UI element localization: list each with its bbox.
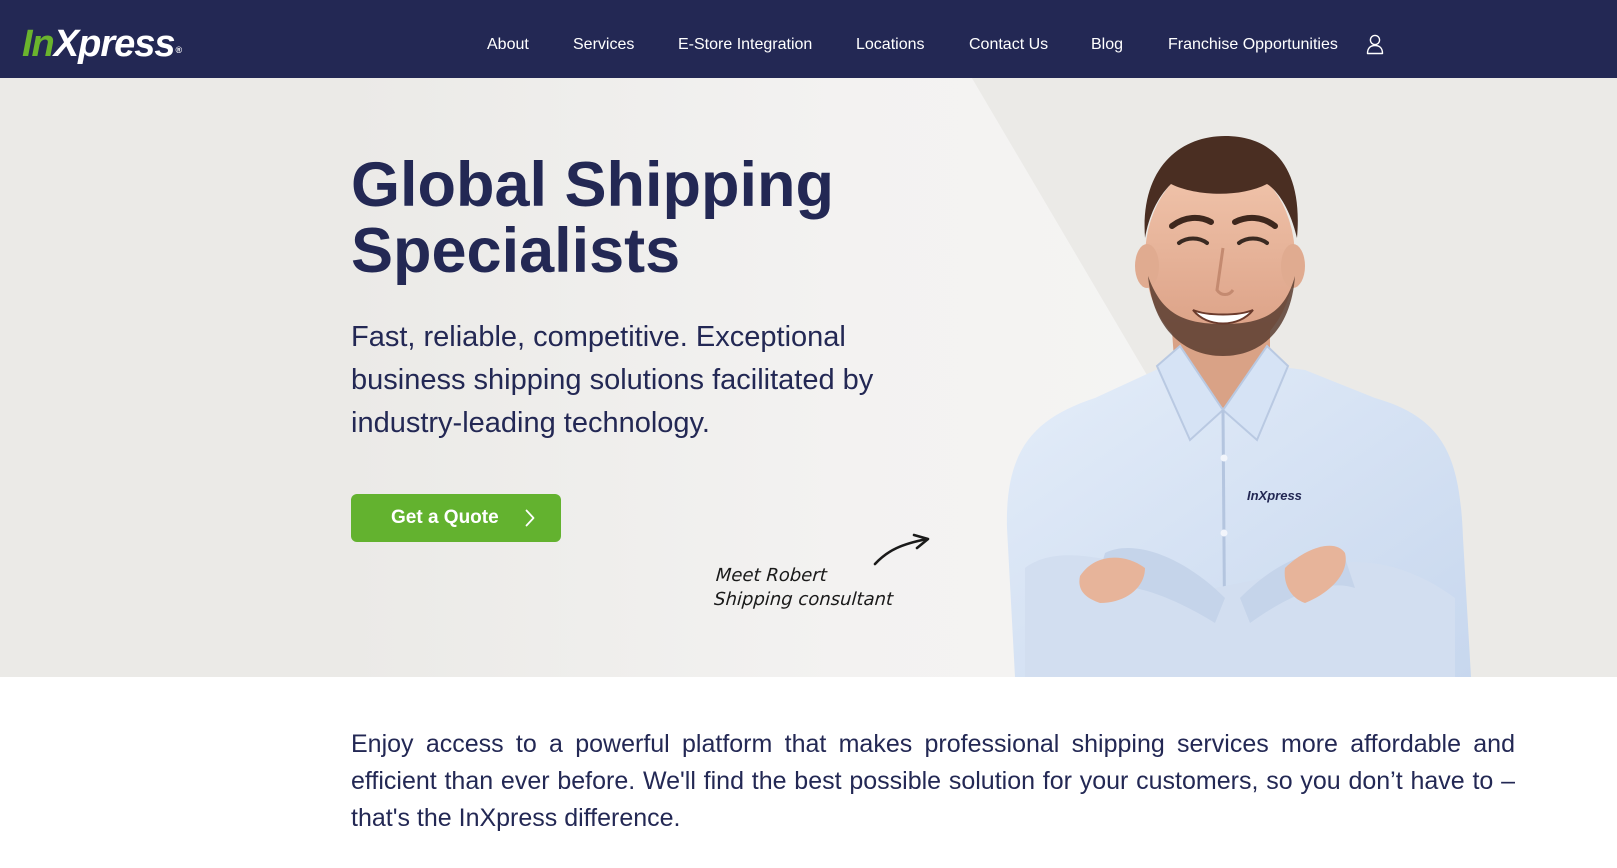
user-icon[interactable] bbox=[1366, 33, 1384, 55]
nav-item-e-store-integration[interactable]: E-Store Integration bbox=[678, 35, 812, 55]
nav-item-franchise-opportunities[interactable]: Franchise Opportunities bbox=[1168, 35, 1338, 55]
consultant-role: Shipping consultant bbox=[713, 589, 894, 610]
consultant-name: Meet Robert bbox=[715, 565, 828, 586]
nav-item-services[interactable]: Services bbox=[573, 35, 634, 55]
top-navigation-bar: InXpress® About Services E-Store Integra… bbox=[0, 0, 1617, 78]
handdrawn-arrow-icon bbox=[873, 533, 930, 566]
hero-section: Global Shipping Specialists Fast, reliab… bbox=[0, 78, 1617, 677]
hero-subtitle: Fast, reliable, competitive. Exceptional… bbox=[351, 321, 874, 439]
chevron-right-icon bbox=[525, 509, 535, 527]
nav-item-blog[interactable]: Blog bbox=[1091, 35, 1123, 55]
nav-item-contact-us[interactable]: Contact Us bbox=[969, 35, 1048, 55]
get-a-quote-button[interactable]: Get a Quote bbox=[351, 494, 561, 542]
logo-registered-mark: ® bbox=[175, 45, 183, 55]
get-a-quote-label: Get a Quote bbox=[391, 507, 499, 528]
nav-item-locations[interactable]: Locations bbox=[856, 35, 925, 55]
nav-item-about[interactable]: About bbox=[487, 35, 529, 55]
consultant-caption: Meet Robert Shipping consultant bbox=[713, 564, 895, 612]
hero-title: Global Shipping Specialists bbox=[351, 150, 834, 286]
consultant-photo: InXpress bbox=[1006, 136, 1471, 677]
inxpress-logo[interactable]: InXpress® bbox=[22, 23, 183, 65]
logo-xpress-text: Xpress bbox=[53, 23, 176, 65]
shirt-logo-text: InXpress bbox=[1247, 488, 1302, 503]
logo-in-text: In bbox=[22, 23, 55, 65]
intro-paragraph: Enjoy access to a powerful platform that… bbox=[351, 730, 1515, 832]
